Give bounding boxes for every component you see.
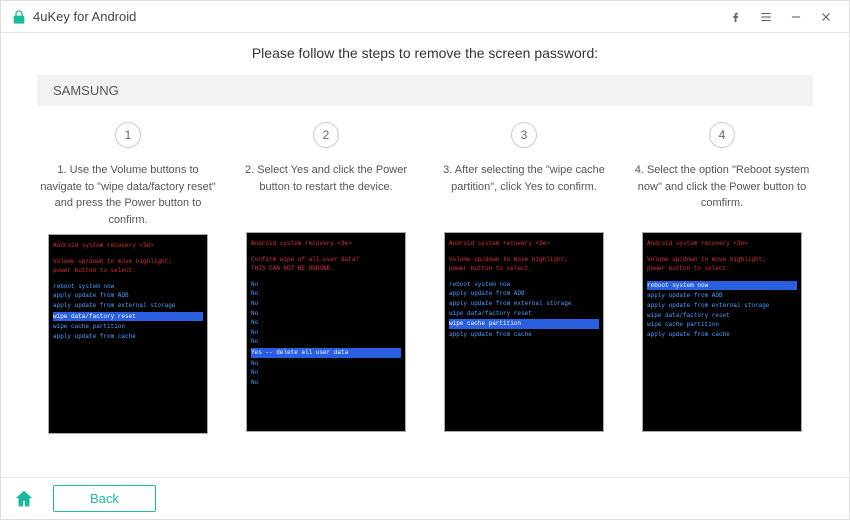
recovery-subheader: Volume up/down to move highlight;	[53, 257, 203, 267]
recovery-header: Android system recovery <3e>	[251, 239, 401, 249]
recovery-item: apply update from ADB	[647, 291, 797, 301]
step-badge: 4	[709, 122, 735, 148]
close-button[interactable]	[811, 2, 841, 32]
back-button[interactable]: Back	[53, 485, 156, 512]
step-badge: 1	[115, 122, 141, 148]
recovery-item: No	[251, 378, 401, 388]
recovery-item: wipe cache partition	[647, 320, 797, 330]
recovery-subheader: Volume up/down to move highlight;	[647, 255, 797, 265]
step-instruction: 3. After selecting the "wipe cache parti…	[433, 162, 615, 226]
recovery-item: No	[251, 299, 401, 309]
recovery-item: apply update from external storage	[647, 301, 797, 311]
recovery-item: apply update from external storage	[53, 301, 203, 311]
recovery-header: Android system recovery <3e>	[449, 239, 599, 249]
step-badge: 2	[313, 122, 339, 148]
app-title: 4uKey for Android	[33, 9, 136, 24]
recovery-item: No	[251, 318, 401, 328]
step-instruction: 1. Use the Volume buttons to navigate to…	[37, 162, 219, 228]
recovery-screen: Android system recovery <3e> Volume up/do…	[642, 232, 802, 432]
step-4: 4 4. Select the option "Reboot system now…	[631, 122, 813, 434]
recovery-item: No	[251, 359, 401, 369]
recovery-item: apply update from external storage	[449, 299, 599, 309]
titlebar: 4uKey for Android	[1, 1, 849, 33]
recovery-item: No	[251, 309, 401, 319]
logo-icon	[11, 9, 27, 25]
recovery-subheader: Volume up/down to move highlight;	[449, 255, 599, 265]
recovery-item-selected: wipe data/factory reset	[53, 312, 203, 322]
steps-row: 1 1. Use the Volume buttons to navigate t…	[37, 122, 813, 434]
recovery-item: apply update from cache	[647, 330, 797, 340]
menu-button[interactable]	[751, 2, 781, 32]
bottombar: Back	[1, 477, 849, 519]
facebook-button[interactable]	[721, 2, 751, 32]
home-button[interactable]	[13, 488, 35, 510]
recovery-item: apply update from cache	[449, 330, 599, 340]
recovery-screen: Android system recovery <3e> Volume up/do…	[48, 234, 208, 434]
recovery-item: No	[251, 280, 401, 290]
recovery-subheader: power button to select.	[647, 264, 797, 274]
recovery-screen: Android system recovery <3e> Volume up/do…	[444, 232, 604, 432]
step-badge: 3	[511, 122, 537, 148]
content-area: Please follow the steps to remove the sc…	[1, 33, 849, 477]
recovery-subheader: THIS CAN NOT BE UNDONE.	[251, 264, 401, 274]
step-instruction: 4. Select the option "Reboot system now"…	[631, 162, 813, 226]
recovery-screen: Android system recovery <3e> Confirm wipe…	[246, 232, 406, 432]
recovery-item: reboot system now	[449, 280, 599, 290]
recovery-item: apply update from cache	[53, 332, 203, 342]
app-logo: 4uKey for Android	[11, 9, 136, 25]
recovery-item: apply update from ADB	[449, 289, 599, 299]
recovery-item: No	[251, 289, 401, 299]
step-instruction: 2. Select Yes and click the Power button…	[235, 162, 417, 226]
recovery-item-selected: wipe cache partition	[449, 319, 599, 329]
recovery-item: wipe data/factory reset	[449, 309, 599, 319]
recovery-item-selected: Yes -- delete all user data	[251, 348, 401, 358]
recovery-item: No	[251, 368, 401, 378]
recovery-item: wipe data/factory reset	[647, 311, 797, 321]
device-brand-bar: SAMSUNG	[37, 75, 813, 106]
recovery-subheader: Confirm wipe of all user data?	[251, 255, 401, 265]
recovery-subheader: power button to select.	[449, 264, 599, 274]
recovery-subheader: power button to select.	[53, 266, 203, 276]
minimize-button[interactable]	[781, 2, 811, 32]
recovery-item: apply update from ADB	[53, 291, 203, 301]
step-1: 1 1. Use the Volume buttons to navigate t…	[37, 122, 219, 434]
recovery-header: Android system recovery <3e>	[53, 241, 203, 251]
recovery-header: Android system recovery <3e>	[647, 239, 797, 249]
recovery-item: wipe cache partition	[53, 322, 203, 332]
page-heading: Please follow the steps to remove the sc…	[37, 45, 813, 61]
recovery-item: reboot system now	[53, 282, 203, 292]
recovery-item: No	[251, 328, 401, 338]
recovery-item-selected: reboot system now	[647, 281, 797, 291]
step-2: 2 2. Select Yes and click the Power butto…	[235, 122, 417, 434]
recovery-item: No	[251, 337, 401, 347]
step-3: 3 3. After selecting the "wipe cache part…	[433, 122, 615, 434]
